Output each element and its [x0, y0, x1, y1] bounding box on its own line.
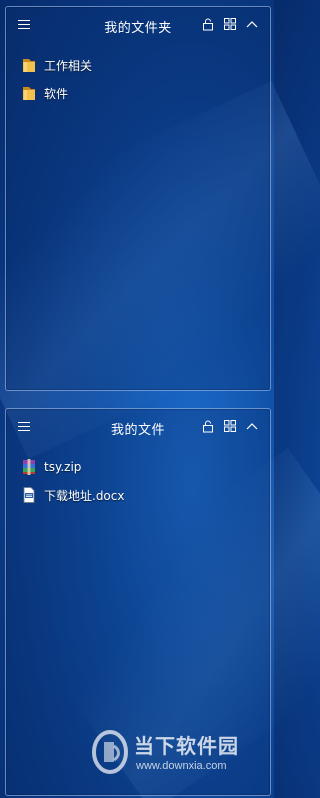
grid-view-icon[interactable] [223, 18, 237, 32]
site-watermark: 当下软件园 www.downxia.com [90, 728, 260, 783]
folder-item[interactable]: 软件 [20, 83, 270, 103]
file-item[interactable]: tsy.zip [20, 457, 270, 477]
item-label: tsy.zip [44, 460, 82, 474]
document-icon [20, 486, 38, 504]
folder-icon [20, 56, 38, 74]
lock-icon[interactable] [201, 420, 215, 434]
watermark-brand-text: 当下软件园 [134, 734, 239, 758]
item-label: 软件 [44, 86, 69, 101]
folder-item[interactable]: 工作相关 [20, 55, 270, 75]
fence-titlebar[interactable]: 我的文件 [6, 409, 270, 445]
chevron-up-icon[interactable] [245, 420, 259, 434]
fence-titlebar[interactable]: 我的文件夹 [6, 7, 270, 43]
lock-icon[interactable] [201, 18, 215, 32]
item-label: 工作相关 [44, 58, 93, 73]
item-label: 下载地址.docx [44, 488, 125, 503]
downxia-logo-icon [92, 730, 128, 774]
file-item[interactable]: 下载地址.docx [20, 485, 270, 505]
folder-icon [20, 84, 38, 102]
chevron-up-icon[interactable] [245, 18, 259, 32]
watermark-url-text: www.downxia.com [136, 760, 227, 772]
grid-view-icon[interactable] [223, 420, 237, 434]
fence-panel-folders[interactable]: 我的文件夹 工作相关 软件 [5, 6, 271, 391]
zip-archive-icon [20, 458, 38, 476]
